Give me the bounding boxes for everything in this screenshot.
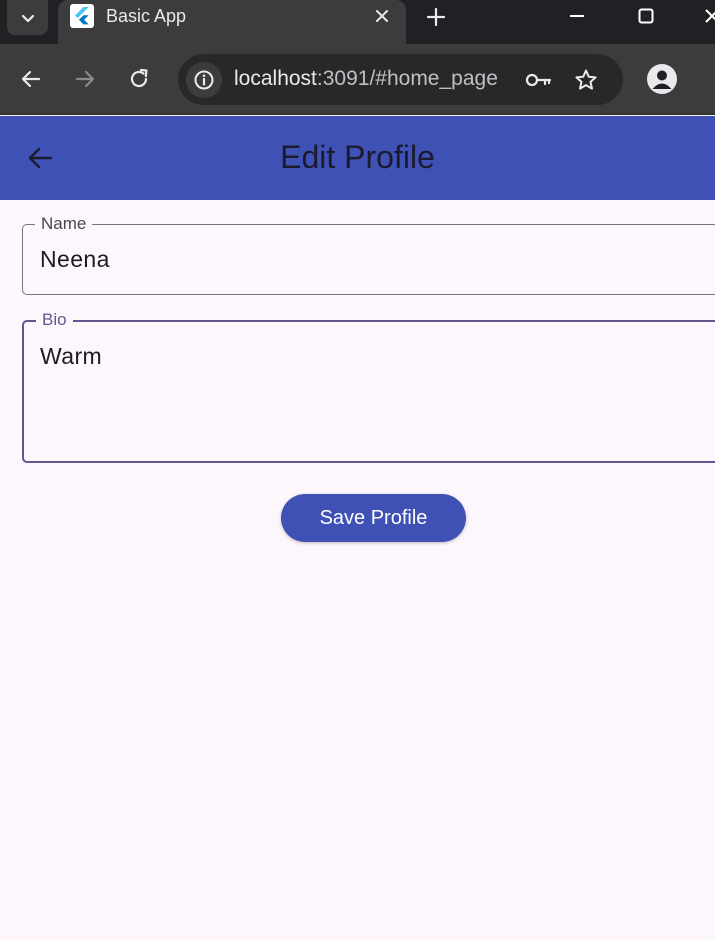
name-field-value[interactable]: Neena [40,246,110,273]
key-icon [525,73,552,87]
name-field[interactable]: Name Neena [22,214,715,295]
arrow-left-icon [21,70,41,88]
star-icon [575,69,597,90]
reload-button[interactable] [124,64,154,94]
window-close-button[interactable] [700,2,715,30]
address-bar[interactable]: localhost:3091/#home_page [178,54,623,105]
url-text: localhost:3091/#home_page [234,67,498,91]
url-host: localhost [234,67,317,90]
bookmark-button[interactable] [572,66,600,94]
bio-field-label: Bio [36,310,73,330]
password-manager-button[interactable] [524,67,554,93]
save-profile-button[interactable]: Save Profile [281,494,466,542]
profile-avatar-button[interactable] [647,64,677,94]
new-tab-button[interactable] [422,3,450,31]
arrow-right-icon [75,70,95,88]
back-nav-button[interactable] [16,64,46,94]
flutter-icon [70,4,94,28]
url-path: :3091/#home_page [316,67,498,90]
reload-icon [130,68,148,88]
tab-title: Basic App [106,6,187,26]
chevron-down-icon [21,14,34,22]
site-info-button[interactable] [186,62,222,98]
info-icon [194,70,214,90]
page-title: Edit Profile [280,139,435,175]
tab-close-button[interactable] [371,5,393,27]
close-icon [705,9,715,23]
app-bar: Edit Profile [0,116,715,200]
tab-search-button[interactable] [7,0,48,35]
browser-toolbar: localhost:3091/#home_page [0,44,715,115]
name-field-label: Name [35,214,93,234]
window-maximize-button[interactable] [631,2,661,30]
browser-tab[interactable]: Basic App [58,0,406,44]
minimize-icon [570,15,584,17]
browser-tab-strip: Basic App [0,0,715,44]
bio-field-value[interactable]: Warm [40,343,102,370]
person-icon [652,70,672,89]
plus-icon [427,8,445,26]
maximize-icon [638,8,654,24]
close-icon [376,10,388,22]
forward-nav-button[interactable] [70,64,100,94]
bio-field[interactable]: Bio Warm [22,310,715,463]
window-minimize-button[interactable] [562,2,592,30]
